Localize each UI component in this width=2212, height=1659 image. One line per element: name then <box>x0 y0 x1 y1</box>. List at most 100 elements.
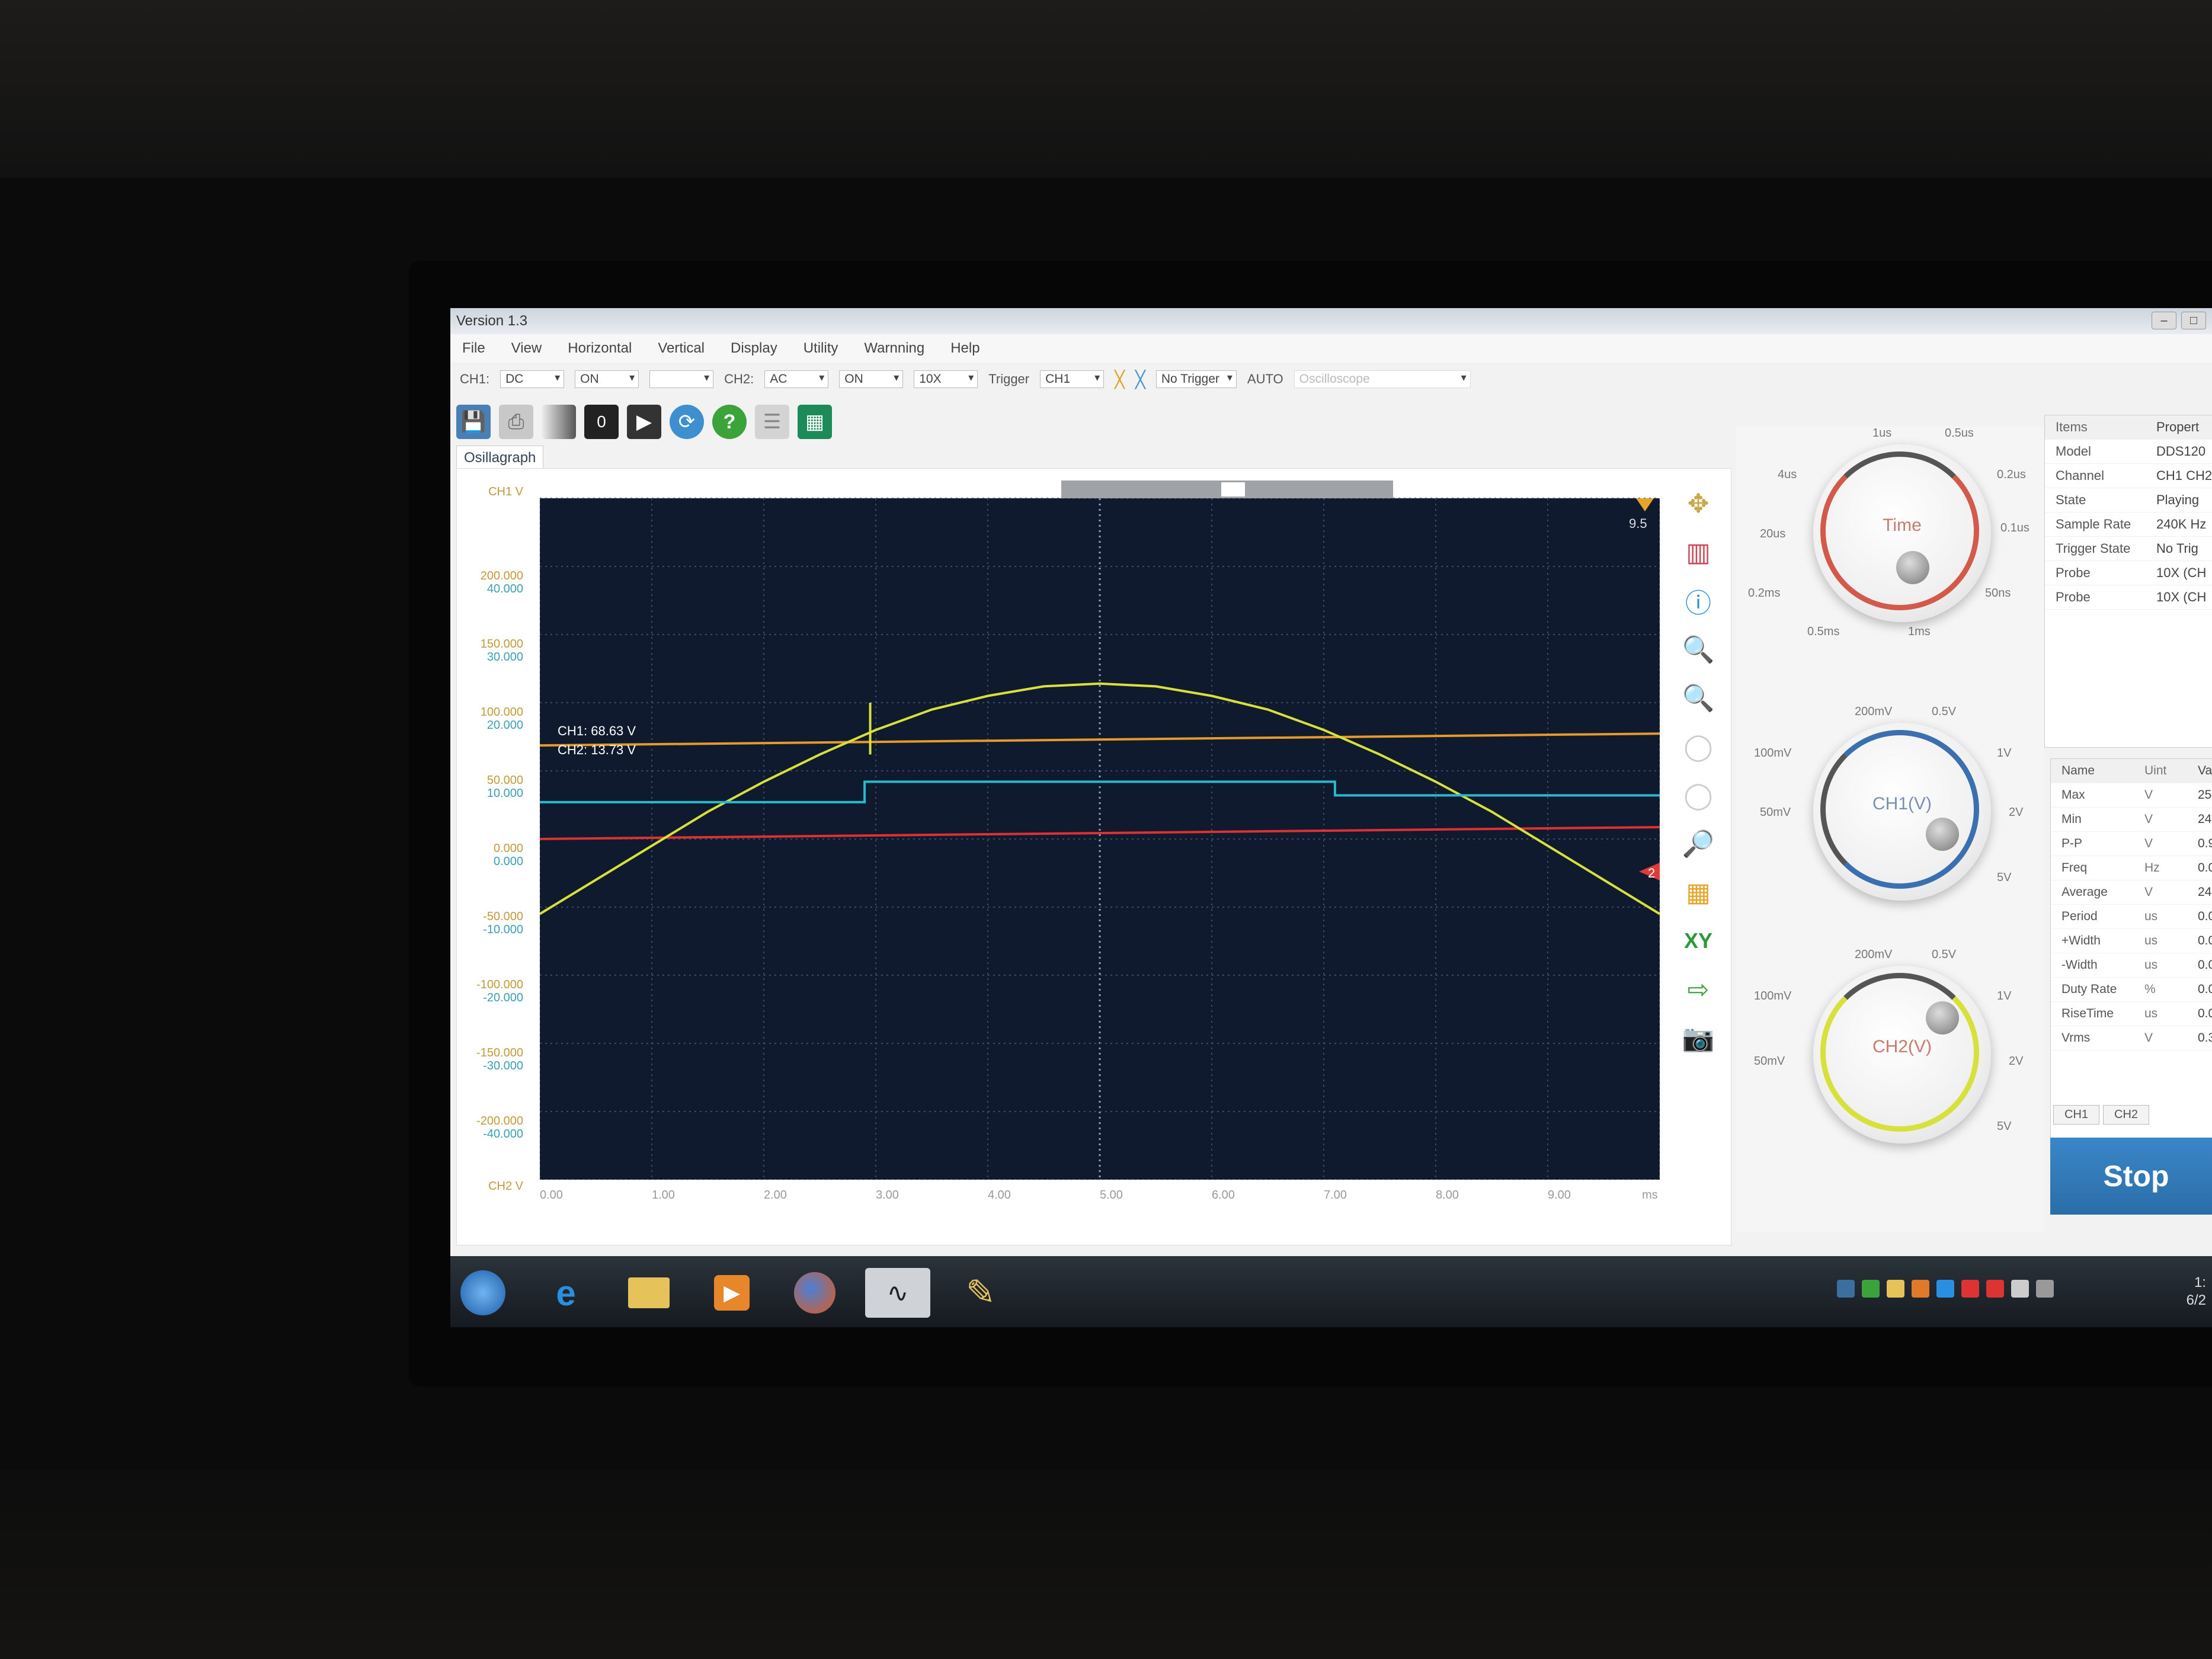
xy-mode-icon[interactable]: XY <box>1679 924 1717 958</box>
color-palette-icon[interactable]: ▦ <box>1679 875 1717 909</box>
move-icon[interactable]: ✥ <box>1679 486 1717 521</box>
scope-display[interactable]: CH1: 68.63 V CH2: 13.73 V 9.5 2 <box>540 481 1660 1180</box>
measurements-table: NameUintVal MaxV25. MinV24. P-PV0.9 Freq… <box>2050 758 2212 1139</box>
timeline-scrollbar[interactable] <box>1061 481 1393 498</box>
search-icon[interactable]: 🔎 <box>1679 827 1717 861</box>
trigger-edge-alt-icon[interactable]: ╳ <box>1135 370 1145 389</box>
knob-tick: 0.2us <box>1997 468 2026 481</box>
ch1-state-select[interactable]: ON <box>575 370 639 388</box>
oscilloscope-app-icon[interactable]: ∿ <box>865 1268 930 1318</box>
start-orb-icon[interactable] <box>450 1268 516 1318</box>
taskbar-clock[interactable]: 1: 6/2 <box>2187 1274 2206 1309</box>
knob-tick: 200mV <box>1855 948 1893 961</box>
disabled-tool-icon[interactable]: ◯ <box>1679 729 1717 764</box>
maximize-icon[interactable]: □ <box>2181 312 2206 329</box>
disabled-tool-icon[interactable]: ◯ <box>1679 778 1717 812</box>
oscillograph-panel: CH1 V 200.000 40.000 150.000 30.000 100.00… <box>456 468 1731 1245</box>
firefox-icon[interactable] <box>782 1268 847 1318</box>
export-icon[interactable]: ⇨ <box>1679 972 1717 1007</box>
tray-icon[interactable] <box>1862 1280 1880 1298</box>
knob-tick: 1ms <box>1908 625 1931 638</box>
menu-horizontal[interactable]: Horizontal <box>568 340 632 357</box>
knob-tick: 50ns <box>1985 587 2011 600</box>
window-title: Version 1.3 <box>456 313 528 329</box>
ch1-probe-select[interactable] <box>649 370 714 388</box>
camera-icon[interactable]: 📷 <box>1679 1021 1717 1055</box>
menu-utility[interactable]: Utility <box>804 340 838 357</box>
history-icon[interactable]: ⟳ <box>670 405 704 439</box>
tab-ch2[interactable]: CH2 <box>2103 1105 2150 1125</box>
device-select[interactable]: Oscilloscope <box>1294 370 1471 388</box>
tab-osillagraph[interactable]: Osillagraph <box>456 446 544 470</box>
file-explorer-icon[interactable] <box>616 1268 681 1318</box>
x-tick-label: 6.00 <box>1212 1189 1235 1202</box>
tray-icon[interactable] <box>2011 1280 2029 1298</box>
tray-icon[interactable] <box>1961 1280 1979 1298</box>
menu-vertical[interactable]: Vertical <box>658 340 705 357</box>
trigger-edge-icon[interactable]: ╳ <box>1115 370 1125 389</box>
ch2-units-label: CH2 V <box>488 1180 523 1193</box>
volume-icon[interactable] <box>2036 1280 2054 1298</box>
auto-label[interactable]: AUTO <box>1247 371 1283 387</box>
menu-help[interactable]: Help <box>950 340 979 357</box>
table-row: -Width us 0.0 <box>2051 953 2212 978</box>
ruler-icon[interactable]: ▥ <box>1679 535 1717 569</box>
zoom-out-icon[interactable]: 🔍 <box>1679 681 1717 715</box>
x-tick-label: 9.00 <box>1548 1189 1571 1202</box>
ch2-probe-select[interactable]: 10X <box>914 370 978 388</box>
ch2-state-select[interactable]: ON <box>839 370 904 388</box>
print-icon[interactable]: ⎙ <box>499 405 533 439</box>
y-label: 0.000 0.000 <box>493 842 523 868</box>
ch1-volts-knob[interactable]: CH1(V) <box>1813 723 1991 901</box>
trigger-source-select[interactable]: CH1 <box>1040 370 1105 388</box>
info-icon[interactable]: ⓘ <box>1679 584 1717 618</box>
trigger-mode-select[interactable]: No Trigger <box>1155 370 1237 388</box>
list-icon[interactable]: ☰ <box>755 405 789 439</box>
ch1-units-label: CH1 V <box>488 485 523 498</box>
tools-icon[interactable]: ✎ <box>948 1268 1013 1318</box>
ch2-volts-knob[interactable]: CH2(V) <box>1813 966 1991 1144</box>
stop-button[interactable]: Stop <box>2050 1138 2212 1215</box>
grid-icon[interactable]: ▦ <box>798 405 832 439</box>
gradient-icon[interactable] <box>542 405 576 439</box>
zoom-in-icon[interactable]: 🔍 <box>1679 632 1717 667</box>
menu-view[interactable]: View <box>511 340 542 357</box>
time-knob[interactable]: Time <box>1813 444 1991 622</box>
tray-icon[interactable] <box>1912 1280 1929 1298</box>
desk <box>0 1469 2212 1659</box>
tray-icon[interactable] <box>1986 1280 2004 1298</box>
menu-warning[interactable]: Warnning <box>864 340 924 357</box>
ch1-knob-label: CH1(V) <box>1872 794 1932 814</box>
knob-tick: 0.5ms <box>1807 625 1840 638</box>
media-player-icon[interactable]: ▶ <box>699 1268 764 1318</box>
knob-tick: 20us <box>1760 527 1786 540</box>
knob-tick: 5V <box>1997 871 2012 884</box>
record-icon[interactable]: ▶ <box>627 405 661 439</box>
knob-tick: 200mV <box>1855 705 1893 718</box>
knob-tick: 0.5us <box>1945 427 1974 440</box>
y-label: -150.000 -30.000 <box>476 1046 523 1072</box>
knob-tick: 50mV <box>1760 806 1791 819</box>
ch2-coupling-select[interactable]: AC <box>764 370 829 388</box>
internet-explorer-icon[interactable]: e <box>533 1268 598 1318</box>
minimize-icon[interactable]: – <box>2152 312 2176 329</box>
menu-display[interactable]: Display <box>731 340 777 357</box>
table-row: RiseTime us 0.0 <box>2051 1002 2212 1026</box>
knob-tick: 5V <box>1997 1120 2012 1133</box>
knob-tick: 0.2ms <box>1748 587 1781 600</box>
tray-icon[interactable] <box>1887 1280 1904 1298</box>
ch1-coupling-select[interactable]: DC <box>500 370 565 388</box>
knob-tick: 2V <box>2009 1055 2024 1068</box>
menu-file[interactable]: File <box>462 340 485 357</box>
tab-ch1[interactable]: CH1 <box>2053 1105 2100 1125</box>
table-row: Channel CH1 CH2 <box>2045 464 2212 488</box>
table-row: Duty Rate% 0.0 <box>2051 978 2212 1002</box>
x-tick-label: 8.00 <box>1436 1189 1459 1202</box>
help-icon[interactable]: ? <box>712 405 747 439</box>
zero-icon[interactable]: 0 <box>584 405 619 439</box>
timeline-scroll-thumb[interactable] <box>1221 482 1245 497</box>
save-icon[interactable]: 💾 <box>456 405 491 439</box>
y-label: 100.000 20.000 <box>480 706 523 732</box>
tray-icon[interactable] <box>1936 1280 1954 1298</box>
tray-icon[interactable] <box>1837 1280 1855 1298</box>
